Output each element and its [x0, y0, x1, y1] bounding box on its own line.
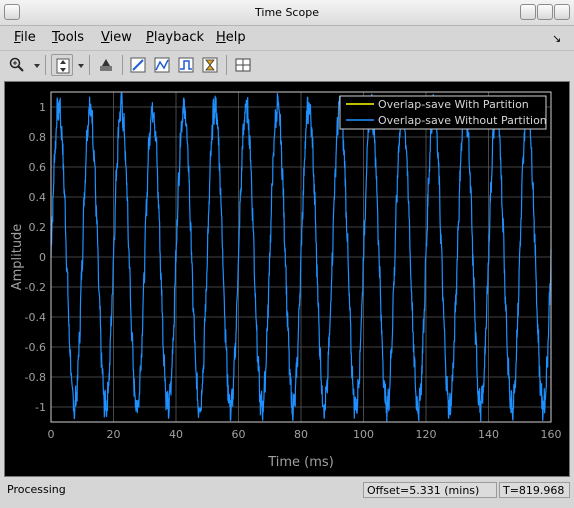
signal-statistics-icon	[130, 57, 146, 73]
y-tick-label: 0.2	[29, 221, 47, 234]
scale-axes-button[interactable]	[51, 54, 73, 76]
y-tick-label: -0.6	[25, 341, 46, 354]
maximize-icon[interactable]	[537, 4, 553, 20]
x-tick-label: 160	[541, 428, 562, 441]
scale-dropdown-icon[interactable]	[78, 64, 84, 68]
window-title: Time Scope	[255, 6, 319, 19]
triggers-button[interactable]	[199, 54, 221, 76]
zoom-dropdown-icon[interactable]	[34, 64, 40, 68]
peak-finder-icon	[154, 57, 170, 73]
menu-file[interactable]: File	[14, 30, 36, 45]
toolbar	[0, 50, 574, 81]
status-state: Processing	[7, 483, 66, 496]
status-offset: Offset=5.331 (mins)	[363, 482, 497, 498]
toolbar-separator	[122, 55, 123, 75]
menu-bar: File Tools View Playback Help ↘	[0, 26, 574, 50]
x-tick-label: 100	[353, 428, 374, 441]
layout-button[interactable]	[232, 54, 254, 76]
menu-view[interactable]: View	[101, 30, 132, 45]
bilevel-measurements-button[interactable]	[175, 54, 197, 76]
time-scope-chart: 0 20 40 60 80 100 120 140 160 -1 -0.8 -0.6 -0.4 -0.2…	[10, 91, 562, 470]
y-tick-label: -1	[35, 401, 46, 414]
menu-tools[interactable]: Tools	[52, 30, 84, 45]
triggers-icon	[202, 57, 218, 73]
minimize-icon[interactable]	[520, 4, 536, 20]
title-bar: Time Scope	[0, 0, 574, 26]
menu-help[interactable]: Help	[216, 30, 246, 45]
x-tick-label: 60	[232, 428, 246, 441]
x-axis-label: Time (ms)	[267, 455, 334, 470]
close-icon[interactable]	[554, 4, 570, 20]
x-tick-label: 140	[478, 428, 499, 441]
legend-entry-with-partition: Overlap-save With Partition	[378, 98, 529, 111]
y-tick-label: -0.4	[25, 311, 46, 324]
y-axis-label: Amplitude	[10, 224, 25, 291]
x-tick-label: 120	[416, 428, 437, 441]
y-tick-label: 0.8	[29, 131, 47, 144]
toolbar-separator	[226, 55, 227, 75]
x-tick-label: 80	[294, 428, 308, 441]
status-time: T=819.968	[499, 482, 570, 498]
menu-playback[interactable]: Playback	[146, 30, 204, 45]
peak-finder-button[interactable]	[151, 54, 173, 76]
bilevel-measurements-icon	[178, 57, 194, 73]
y-tick-label: 0.4	[29, 191, 47, 204]
x-tick-label: 0	[48, 428, 55, 441]
layout-icon	[235, 58, 251, 72]
x-tick-label: 20	[107, 428, 121, 441]
toolbar-separator	[89, 55, 90, 75]
x-tick-label: 40	[169, 428, 183, 441]
y-tick-label: 0.6	[29, 161, 47, 174]
zoom-in-icon	[9, 57, 24, 72]
run-button[interactable]	[95, 54, 117, 76]
run-icon	[100, 59, 112, 71]
scale-axes-icon	[56, 58, 70, 74]
scope-display[interactable]: 0 20 40 60 80 100 120 140 160 -1 -0.8 -0.6 -0.4 -0.2…	[4, 81, 570, 477]
y-tick-label: 0	[39, 251, 46, 264]
status-bar: Processing Offset=5.331 (mins) T=819.968	[0, 480, 574, 508]
y-tick-label: -0.8	[25, 371, 46, 384]
dock-icon[interactable]: ↘	[552, 32, 561, 45]
y-tick-label: -0.2	[25, 281, 46, 294]
legend-entry-without-partition: Overlap-save Without Partition	[378, 114, 547, 127]
legend[interactable]: Overlap-save With Partition Overlap-save…	[339, 95, 547, 130]
y-tick-label: 1	[39, 101, 46, 114]
zoom-in-button[interactable]	[6, 54, 28, 76]
signal-statistics-button[interactable]	[127, 54, 149, 76]
toolbar-separator	[45, 55, 46, 75]
